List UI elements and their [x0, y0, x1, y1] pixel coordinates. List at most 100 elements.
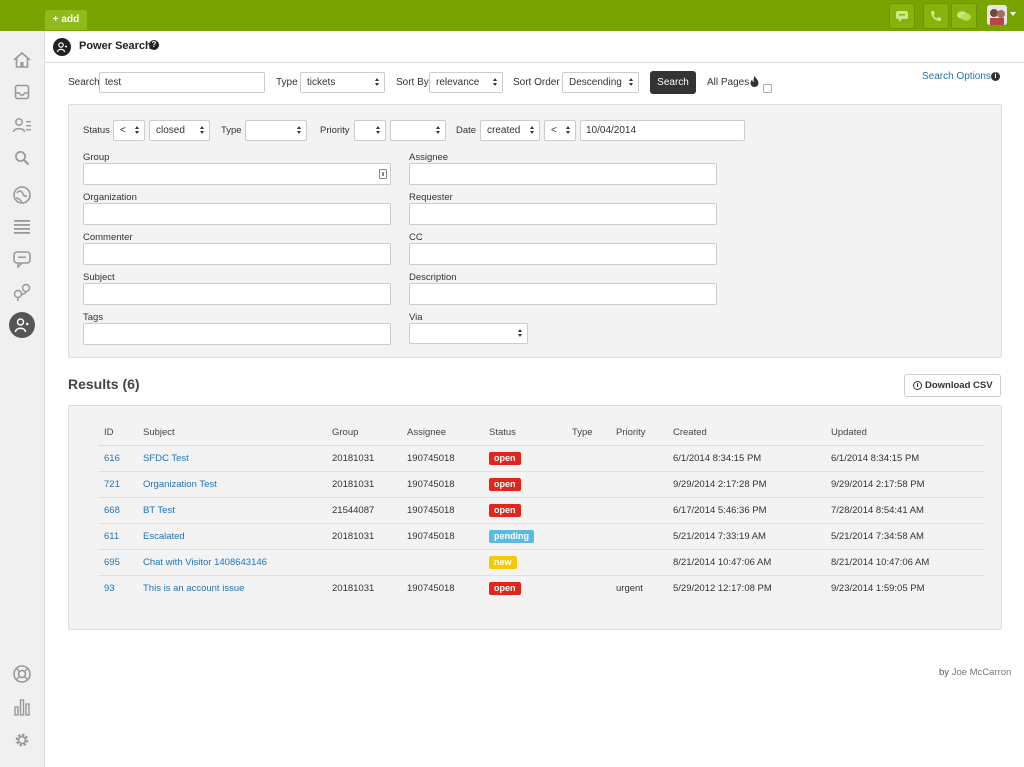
power-search-logo-icon — [53, 38, 71, 56]
ticket-group: 20181031 — [332, 531, 375, 542]
ticket-assignee: 190745018 — [407, 505, 455, 516]
app-icon[interactable] — [11, 281, 33, 303]
priority-operator-select[interactable] — [354, 120, 386, 141]
info-icon[interactable]: i — [991, 72, 1000, 81]
date-label: Date — [456, 125, 477, 136]
ticket-id-link[interactable]: 721 — [104, 472, 120, 497]
status-badge: pending — [489, 529, 534, 543]
customers-icon[interactable] — [11, 114, 33, 136]
footer-by: by — [939, 667, 950, 678]
subject-field[interactable] — [83, 283, 391, 305]
column-header-assignee[interactable]: Assignee — [407, 422, 446, 445]
views-icon[interactable] — [11, 81, 33, 103]
table-row[interactable]: 668 BT Test 21544087 190745018 open 6/17/2014… — [98, 498, 984, 524]
ticket-created: 9/29/2014 2:17:28 PM — [673, 479, 767, 490]
help-icon[interactable] — [11, 663, 33, 685]
ticket-group: 20181031 — [332, 583, 375, 594]
column-header-priority[interactable]: Priority — [616, 422, 646, 445]
status-badge: open — [489, 451, 521, 465]
table-row[interactable]: 611 Escalated 20181031 190745018 pending 5/21… — [98, 524, 984, 550]
settings-icon[interactable] — [11, 729, 33, 751]
all-pages-checkbox[interactable] — [763, 84, 772, 93]
via-select[interactable] — [409, 323, 528, 344]
search-input[interactable]: test — [99, 72, 265, 93]
ticket-updated: 7/28/2014 8:54:41 AM — [831, 505, 924, 516]
column-header-group[interactable]: Group — [332, 422, 358, 445]
ticket-subject-link[interactable]: SFDC Test — [143, 446, 189, 471]
cc-label: CC — [409, 232, 423, 243]
priority-select[interactable] — [390, 120, 446, 141]
ticket-updated: 6/1/2014 8:34:15 PM — [831, 453, 920, 464]
column-header-type[interactable]: Type — [572, 422, 593, 445]
column-header-created[interactable]: Created — [673, 422, 707, 445]
column-header-subject[interactable]: Subject — [143, 422, 175, 445]
table-row[interactable]: 721 Organization Test 20181031 190745018 ope… — [98, 472, 984, 498]
results-title: Results (6) — [68, 376, 140, 392]
group-field[interactable] — [83, 163, 391, 185]
download-csv-button[interactable]: Download CSV — [904, 374, 1001, 397]
ticket-subject-link[interactable]: This is an account issue — [143, 576, 244, 602]
date-operator-select[interactable]: < — [544, 120, 576, 141]
cc-field[interactable] — [409, 243, 717, 265]
ticket-created: 5/29/2012 12:17:08 PM — [673, 583, 772, 594]
sort-order-select[interactable]: Descending — [562, 72, 639, 93]
search-icon[interactable] — [11, 147, 33, 169]
list-icon[interactable] — [11, 216, 33, 238]
table-row[interactable]: 695 Chat with Visitor 1408643146 new 8/21/2… — [98, 550, 984, 576]
description-field[interactable] — [409, 283, 717, 305]
type-filter-select[interactable] — [245, 120, 307, 141]
comments-icon[interactable] — [951, 3, 977, 29]
commenter-field[interactable] — [83, 243, 391, 265]
status-operator-select[interactable]: < — [113, 120, 145, 141]
ticket-id-link[interactable]: 668 — [104, 498, 120, 523]
column-header-updated[interactable]: Updated — [831, 422, 867, 445]
avatar[interactable] — [987, 5, 1007, 25]
status-label: Status — [83, 125, 110, 136]
requester-field[interactable] — [409, 203, 717, 225]
ticket-subject-link[interactable]: Escalated — [143, 524, 185, 549]
ticket-subject-link[interactable]: Chat with Visitor 1408643146 — [143, 550, 267, 575]
table-row[interactable]: 616 SFDC Test 20181031 190745018 open 6/1/201… — [98, 446, 984, 472]
table-body: 616 SFDC Test 20181031 190745018 open 6/1/201… — [98, 446, 984, 602]
assignee-label: Assignee — [409, 152, 449, 163]
power-search-icon[interactable] — [9, 312, 35, 338]
chevron-down-icon[interactable] — [1010, 12, 1016, 16]
organization-field[interactable] — [83, 203, 391, 225]
phone-icon[interactable] — [923, 3, 949, 29]
ticket-id-link[interactable]: 611 — [104, 524, 119, 549]
ticket-priority: urgent — [616, 583, 643, 594]
type-select[interactable]: tickets — [300, 72, 385, 93]
ticket-id-link[interactable]: 93 — [104, 576, 115, 602]
assignee-field[interactable] — [409, 163, 717, 185]
column-header-id[interactable]: ID — [104, 422, 114, 445]
ticket-status: new — [489, 550, 517, 575]
ticket-group: 20181031 — [332, 479, 375, 490]
search-options-link[interactable]: Search Options — [922, 71, 991, 82]
ticket-id-link[interactable]: 616 — [104, 446, 120, 471]
ticket-subject-link[interactable]: BT Test — [143, 498, 175, 523]
date-field-select[interactable]: created — [480, 120, 540, 141]
table-row[interactable]: 93 This is an account issue 20181031 190745… — [98, 576, 984, 602]
reporting-icon[interactable] — [11, 184, 33, 206]
ticket-subject-link[interactable]: Organization Test — [143, 472, 217, 497]
chat-icon[interactable] — [11, 248, 33, 270]
status-badge: new — [489, 555, 517, 569]
add-button[interactable]: + add — [45, 10, 87, 30]
status-select[interactable]: closed — [149, 120, 210, 141]
sort-by-select[interactable]: relevance — [429, 72, 503, 93]
group-picker-icon[interactable] — [379, 169, 387, 179]
download-icon — [913, 381, 922, 390]
chat-icon[interactable] — [889, 3, 915, 29]
author-link[interactable]: Joe McCarron — [952, 667, 1012, 678]
group-label: Group — [83, 152, 110, 163]
stats-icon[interactable] — [11, 696, 33, 718]
date-input[interactable]: 10/04/2014 — [580, 120, 745, 141]
search-label: Search — [68, 77, 100, 88]
ticket-id-link[interactable]: 695 — [104, 550, 120, 575]
home-icon[interactable] — [11, 49, 33, 71]
column-header-status[interactable]: Status — [489, 422, 516, 445]
help-icon[interactable]: ? — [149, 40, 159, 50]
search-button[interactable]: Search — [650, 71, 696, 94]
tags-field[interactable] — [83, 323, 391, 345]
ticket-status: open — [489, 498, 521, 523]
